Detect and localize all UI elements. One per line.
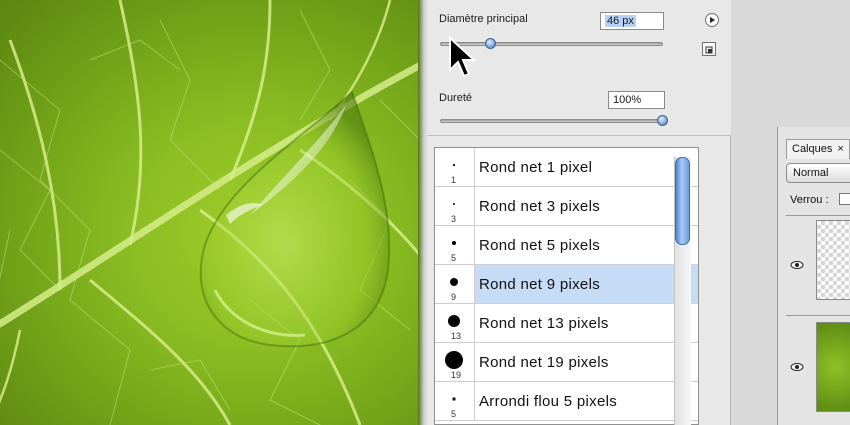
brush-preset-item[interactable]: 1 Rond net 1 pixel — [435, 148, 698, 187]
document-canvas[interactable] — [0, 0, 424, 425]
brush-size-label: 5 — [451, 253, 457, 263]
brush-name-label: Rond net 1 pixel — [479, 158, 593, 176]
brush-preset-item[interactable]: 5 Rond net 5 pixels — [435, 226, 698, 265]
new-preset-button[interactable] — [702, 42, 716, 56]
new-preset-icon — [705, 46, 713, 54]
lock-transparency-checkbox[interactable] — [839, 193, 850, 205]
close-icon[interactable]: × — [837, 143, 843, 155]
brush-preset-item[interactable]: 19 Rond net 19 pixels — [435, 343, 698, 382]
brush-name-label: Rond net 5 pixels — [479, 236, 601, 254]
brush-thumbnail: 3 — [435, 187, 475, 225]
brush-name-label: Rond net 19 pixels — [479, 353, 609, 371]
brush-tip-icon — [452, 202, 456, 206]
mouse-cursor-icon — [449, 36, 477, 78]
brush-name-label: Rond net 9 pixels — [479, 275, 601, 293]
brush-preset-item[interactable]: 5 Arrondi flou 5 pixels — [435, 382, 698, 421]
brush-tip-icon — [445, 351, 463, 369]
brush-preset-item[interactable]: 13 Rond net 13 pixels — [435, 304, 698, 343]
brush-name-label: Arrondi flou 5 pixels — [479, 392, 618, 410]
hardness-label: Dureté — [439, 92, 473, 104]
play-triangle-icon — [710, 17, 715, 23]
diameter-slider-thumb[interactable] — [485, 38, 496, 49]
brush-thumbnail: 5 — [435, 226, 475, 264]
brush-thumbnail: 5 — [435, 382, 475, 420]
brush-preset-item[interactable]: 9 Rond net 9 pixels — [435, 265, 698, 304]
brush-preset-item[interactable]: 3 Rond net 3 pixels — [435, 187, 698, 226]
layer-row[interactable] — [786, 315, 850, 425]
brush-tip-icon — [447, 314, 461, 328]
lock-label: Verrou : — [790, 194, 829, 206]
layer-thumbnail — [816, 220, 850, 300]
diameter-input[interactable]: 46 px — [600, 12, 664, 30]
brush-size-label: 3 — [451, 214, 457, 224]
brush-size-label: 9 — [451, 292, 457, 302]
brush-tip-icon — [453, 164, 455, 166]
hardness-slider[interactable] — [440, 119, 667, 123]
layer-thumbnail — [816, 322, 850, 412]
brush-thumbnail: 13 — [435, 304, 475, 342]
brush-name-label: Rond net 3 pixels — [479, 197, 601, 215]
layers-tab-label: Calques — [792, 143, 833, 155]
blend-mode-select[interactable]: Normal — [786, 163, 850, 183]
layer-row[interactable] — [786, 215, 850, 313]
brush-tip-icon — [449, 277, 459, 287]
brush-thumbnail: 19 — [435, 343, 475, 381]
brush-tip-icon — [451, 240, 457, 246]
brush-size-label: 19 — [451, 370, 462, 380]
diameter-label: Diamètre principal — [439, 13, 528, 25]
eye-icon[interactable] — [790, 362, 804, 372]
leaf-image — [0, 0, 424, 425]
brush-size-label: 13 — [451, 331, 462, 341]
brush-tip-icon — [451, 396, 457, 402]
layers-panel: Calques × Normal Verrou : — [777, 127, 850, 425]
eye-icon[interactable] — [790, 260, 804, 270]
canvas-window-edge — [418, 0, 428, 425]
brush-size-label: 5 — [451, 409, 457, 419]
brush-size-label: 1 — [451, 175, 457, 185]
brush-thumbnail: 9 — [435, 265, 475, 303]
brush-preset-list[interactable]: 1 Rond net 1 pixel 3 Rond net 3 pixels 5 Rond… — [434, 147, 699, 425]
tab-layers[interactable]: Calques × — [786, 139, 850, 159]
brush-name-label: Rond net 13 pixels — [479, 314, 609, 332]
hardness-input[interactable]: 100% — [608, 91, 665, 109]
panel-menu-button[interactable] — [705, 13, 719, 27]
brush-list-scroll-thumb[interactable] — [675, 157, 690, 245]
brush-thumbnail: 1 — [435, 148, 475, 186]
hardness-slider-thumb[interactable] — [657, 115, 668, 126]
